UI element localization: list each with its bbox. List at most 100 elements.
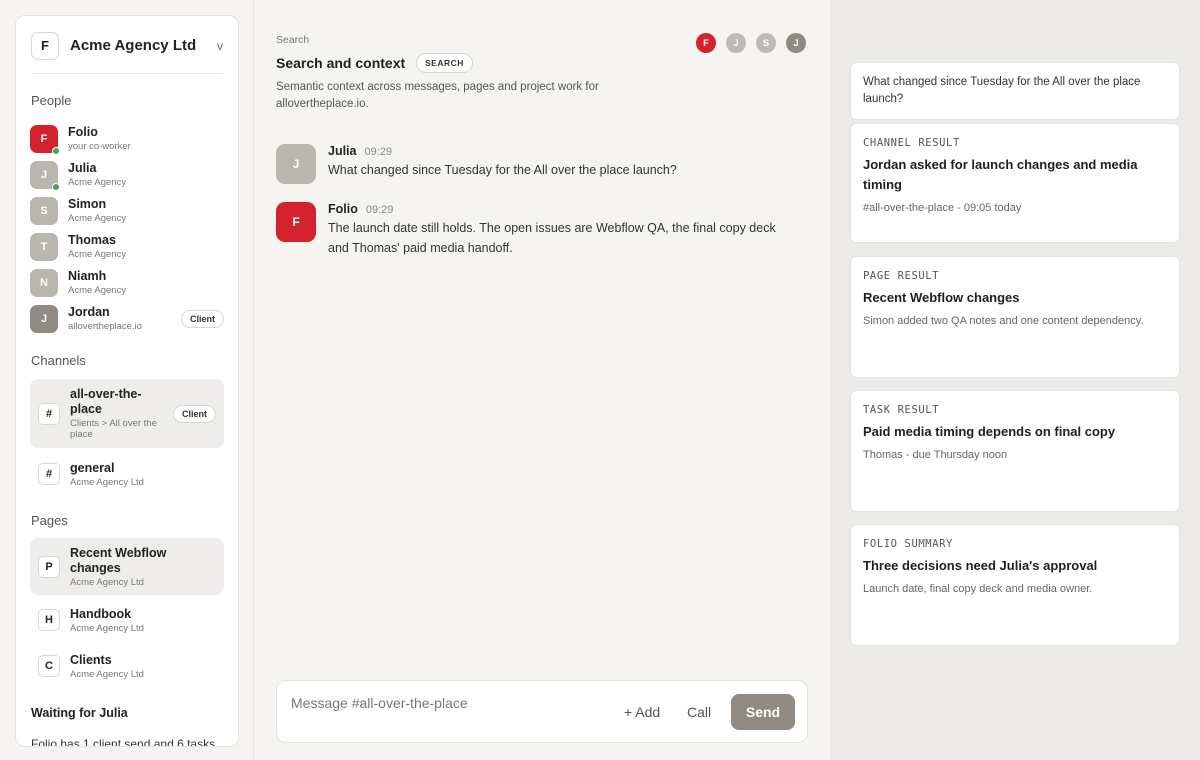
presence-avatars: F J S J (686, 33, 806, 53)
page-name: Recent Webflow changes (70, 545, 167, 575)
person-name: Thomas (68, 233, 116, 247)
people-section-label: People (31, 93, 72, 108)
workspace-name: Acme Agency Ltd (70, 37, 197, 54)
result-subtitle: Launch date, final copy deck and media o… (863, 583, 1093, 595)
avatar: T (30, 233, 58, 261)
result-subtitle: Thomas - due Thursday noon (863, 449, 1008, 461)
message: F Folio 09:29 The launch date still hold… (276, 202, 808, 258)
search-query-card: What changed since Tuesday for the All o… (850, 62, 1180, 120)
workspace-switcher[interactable]: F Acme Agency Ltd v (31, 30, 223, 74)
avatar: J (30, 305, 58, 333)
person-subtitle: Acme Agency (68, 285, 127, 296)
result-title: Jordan asked for launch changes and medi… (863, 157, 1138, 192)
pages-section-label: Pages (31, 513, 68, 528)
person-subtitle: allovertheplace.io (68, 321, 142, 332)
waiting-text: Folio has 1 client send and 6 tasks held… (31, 737, 216, 747)
page-title: Search and context (276, 55, 406, 71)
avatar: F (276, 202, 316, 242)
channel-subtitle: Acme Agency Ltd (70, 476, 144, 488)
avatar: N (30, 269, 58, 297)
search-badge: SEARCH (416, 53, 473, 73)
presence-avatar[interactable]: F (696, 33, 716, 53)
page-subtitle: Acme Agency Ltd (70, 668, 144, 680)
hash-icon: # (38, 463, 60, 485)
result-card[interactable]: CHANNEL RESULT Jordan asked for launch c… (850, 123, 1180, 243)
result-card[interactable]: PAGE RESULT Recent Webflow changes Simon… (850, 256, 1180, 378)
page-name: Clients (70, 652, 112, 667)
result-subtitle: #all-over-the-place - 09:05 today (863, 202, 1022, 214)
page-subtitle: Acme Agency Ltd (70, 622, 144, 634)
sidebar-page-clients[interactable]: C Clients Acme Agency Ltd (30, 648, 224, 684)
client-badge: Client (180, 310, 224, 328)
sidebar: F Acme Agency Ltd v People F Folio your c… (15, 15, 239, 747)
person-subtitle: Acme Agency (68, 249, 127, 260)
avatar: J (30, 161, 60, 191)
message-text: The launch date still holds. The open is… (328, 221, 776, 255)
sidebar-page-recent-webflow-changes[interactable]: P Recent Webflow changes Acme Agency Ltd (30, 538, 224, 595)
result-title: Three decisions need Julia's approval (863, 558, 1098, 573)
avatar: J (276, 144, 316, 184)
online-status-dot (52, 147, 60, 155)
result-title: Paid media timing depends on final copy (863, 424, 1116, 439)
result-title: Recent Webflow changes (863, 290, 1020, 305)
sidebar-page-handbook[interactable]: H Handbook Acme Agency Ltd (30, 602, 224, 638)
avatar: S (30, 197, 58, 225)
result-subtitle: Simon added two QA notes and one content… (863, 315, 1144, 327)
sidebar-channel-general[interactable]: # general Acme Agency Ltd (30, 456, 224, 492)
message-author: Folio (328, 202, 358, 216)
person-name: Simon (68, 197, 107, 211)
result-card[interactable]: FOLIO SUMMARY Three decisions need Julia… (850, 524, 1180, 646)
message-text: What changed since Tuesday for the All o… (328, 163, 677, 177)
result-kind: TASK RESULT (863, 404, 940, 416)
result-kind: CHANNEL RESULT (863, 137, 960, 149)
page-icon: H (38, 609, 60, 631)
client-badge: Client (172, 404, 216, 423)
person-subtitle: your co-worker (68, 141, 131, 152)
call-button[interactable]: Call (687, 704, 711, 720)
page-eyebrow: Search (276, 34, 310, 46)
message-input[interactable]: Message #all-over-the-place (291, 695, 591, 711)
person-name: Niamh (68, 269, 107, 283)
sidebar-person-folio[interactable]: F Folio your co-worker (30, 122, 224, 156)
conversation-pane: Search Search and context SEARCH Semanti… (254, 0, 830, 760)
channel-name: all-over-the-place (70, 387, 142, 416)
message-author: Julia (328, 144, 357, 158)
online-status-dot (52, 183, 60, 191)
channels-section-label: Channels (31, 353, 86, 368)
send-button[interactable]: Send (731, 694, 795, 730)
context-panel: What changed since Tuesday for the All o… (830, 0, 1200, 760)
page-icon: C (38, 655, 60, 677)
result-card[interactable]: TASK RESULT Paid media timing depends on… (850, 390, 1180, 512)
workspace-logo: F (31, 31, 59, 60)
page-icon: P (38, 555, 60, 578)
page-description: Semantic context across messages, pages … (276, 81, 599, 110)
person-name: Folio (68, 125, 98, 139)
person-name: Julia (68, 161, 97, 175)
sidebar-person-thomas[interactable]: T Thomas Acme Agency (30, 230, 224, 264)
page-subtitle: Acme Agency Ltd (70, 576, 144, 588)
presence-avatar[interactable]: J (786, 33, 806, 53)
add-button[interactable]: + Add (624, 704, 660, 720)
presence-avatar[interactable]: S (756, 33, 776, 53)
avatar: F (30, 125, 60, 155)
person-name: Jordan (68, 305, 110, 319)
waiting-title: Waiting for Julia (31, 706, 128, 720)
message: J Julia 09:29 What changed since Tuesday… (276, 144, 808, 184)
presence-avatar[interactable]: J (726, 33, 746, 53)
page-name: Handbook (70, 606, 132, 621)
channel-name: general (70, 460, 115, 475)
hash-icon: # (38, 402, 60, 425)
message-composer: Message #all-over-the-place + Add Call S… (276, 680, 808, 743)
sidebar-person-simon[interactable]: S Simon Acme Agency (30, 194, 224, 228)
sidebar-channel-all-over-the-place[interactable]: # all-over-the-place Clients > All over … (30, 379, 224, 448)
sidebar-person-julia[interactable]: J Julia Acme Agency (30, 158, 224, 192)
left-column: F Acme Agency Ltd v People F Folio your c… (0, 0, 254, 760)
person-subtitle: Acme Agency (68, 177, 127, 188)
channel-subtitle: Clients > All over the place (70, 418, 157, 440)
sidebar-person-jordan[interactable]: J Jordan allovertheplace.io Client (30, 302, 224, 336)
person-subtitle: Acme Agency (68, 213, 127, 224)
message-time: 09:29 (364, 146, 393, 158)
chevron-down-icon[interactable]: v (217, 39, 223, 53)
result-kind: FOLIO SUMMARY (863, 538, 953, 550)
sidebar-person-niamh[interactable]: N Niamh Acme Agency (30, 266, 224, 300)
